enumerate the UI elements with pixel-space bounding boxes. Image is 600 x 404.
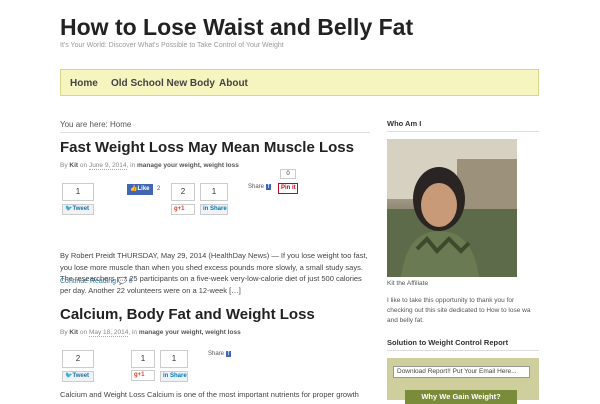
post-meta-on: on xyxy=(79,329,88,336)
primary-nav: Home Old School New Body About xyxy=(60,69,539,96)
post-meta-in: in xyxy=(131,329,138,336)
divider xyxy=(387,131,539,132)
fb-share-label: Share xyxy=(248,184,265,190)
divider xyxy=(387,350,539,351)
linkedin-share-button[interactable]: in Share xyxy=(160,371,188,382)
nav-item-about[interactable]: About xyxy=(219,78,248,89)
post-meta: By Kit on May 18, 2014, in manage your w… xyxy=(60,329,241,337)
comment-count: 0 xyxy=(128,278,133,285)
post-meta-in: in xyxy=(130,162,136,169)
facebook-icon: f xyxy=(265,184,272,190)
continue-reading-link[interactable]: Continue Reading 💬 0 xyxy=(60,277,133,285)
gplus-count-box: 1 xyxy=(131,350,155,368)
comment-icon: 💬 xyxy=(118,278,127,285)
site-title[interactable]: How to Lose Waist and Belly Fat xyxy=(60,14,413,41)
like-label: Like xyxy=(137,186,150,192)
linkedin-label: Share xyxy=(210,206,227,212)
author-intro: I like to take this opportunity to thank… xyxy=(387,297,531,324)
sidebar-widget-title: Solution to Weight Control Report xyxy=(387,338,509,347)
post-meta: By Kit on June 9, 2014, in manage your w… xyxy=(60,162,239,170)
post-author[interactable]: Kit xyxy=(69,329,78,336)
post-date: May 18, 2014 xyxy=(88,329,129,337)
fb-share-label: Share xyxy=(208,351,225,357)
author-caption: Kit the Affiliate xyxy=(387,280,429,287)
linkedin-icon: in xyxy=(163,373,169,379)
tweet-button[interactable]: 🐦Tweet xyxy=(62,204,94,215)
site-tagline: It's Your World: Discover What's Possibl… xyxy=(60,42,284,49)
linkedin-icon: in xyxy=(203,206,209,212)
fb-share-button[interactable]: Share f xyxy=(248,184,272,190)
tweet-label: Tweet xyxy=(72,373,90,379)
post-author[interactable]: Kit xyxy=(69,162,78,169)
sidebar-widget-title: Who Am I xyxy=(387,119,422,128)
email-input[interactable]: Download Report!! Put Your Email Here... xyxy=(393,366,530,378)
pin-count-box: 0 xyxy=(280,169,296,179)
gplus-button[interactable]: g+1 xyxy=(131,370,155,381)
tweet-label: Tweet xyxy=(72,206,90,212)
linkedin-share-button[interactable]: in Share xyxy=(200,204,228,215)
linkedin-count-box: 1 xyxy=(160,350,188,368)
post-meta-by: By xyxy=(60,329,68,336)
post-categories[interactable]: manage your weight, weight loss xyxy=(137,162,239,169)
post-title[interactable]: Calcium, Body Fat and Weight Loss xyxy=(60,306,315,323)
post-excerpt: Calcium and Weight Loss Calcium is one o… xyxy=(60,390,359,399)
cta-button[interactable]: Why We Gain Weight? xyxy=(405,390,517,404)
continue-reading-label: Continue Reading xyxy=(60,278,117,285)
post-meta-on: on xyxy=(79,162,88,169)
author-photo xyxy=(387,139,517,277)
author-photo-drawing xyxy=(387,139,517,277)
facebook-icon: f xyxy=(225,351,232,357)
like-count: 2 xyxy=(157,186,161,192)
post-title[interactable]: Fast Weight Loss May Mean Muscle Loss xyxy=(60,139,354,156)
gplus-button[interactable]: g+1 xyxy=(171,204,195,215)
linkedin-label: Share xyxy=(170,373,187,379)
post-categories[interactable]: manage your weight, weight loss xyxy=(139,329,241,336)
tweet-count-box: 1 xyxy=(62,183,94,201)
nav-item-home[interactable]: Home xyxy=(70,78,98,89)
divider xyxy=(60,132,370,133)
breadcrumb: You are here: Home xyxy=(60,120,132,129)
linkedin-count-box: 1 xyxy=(200,183,228,201)
tweet-count-box: 2 xyxy=(62,350,94,368)
post-excerpt: By Robert Preidt THURSDAY, May 29, 2014 … xyxy=(60,251,368,295)
fb-like-button[interactable]: 👍Like xyxy=(127,184,153,195)
nav-item-old-school-new-body[interactable]: Old School New Body xyxy=(111,78,215,89)
fb-share-button[interactable]: Share f xyxy=(208,351,232,357)
post-date: June 9, 2014 xyxy=(88,162,127,170)
post-meta-by: By xyxy=(60,162,68,169)
gplus-count-box: 2 xyxy=(171,183,195,201)
pin-it-button[interactable]: Pin it xyxy=(278,183,298,194)
tweet-button[interactable]: 🐦Tweet xyxy=(62,371,94,382)
